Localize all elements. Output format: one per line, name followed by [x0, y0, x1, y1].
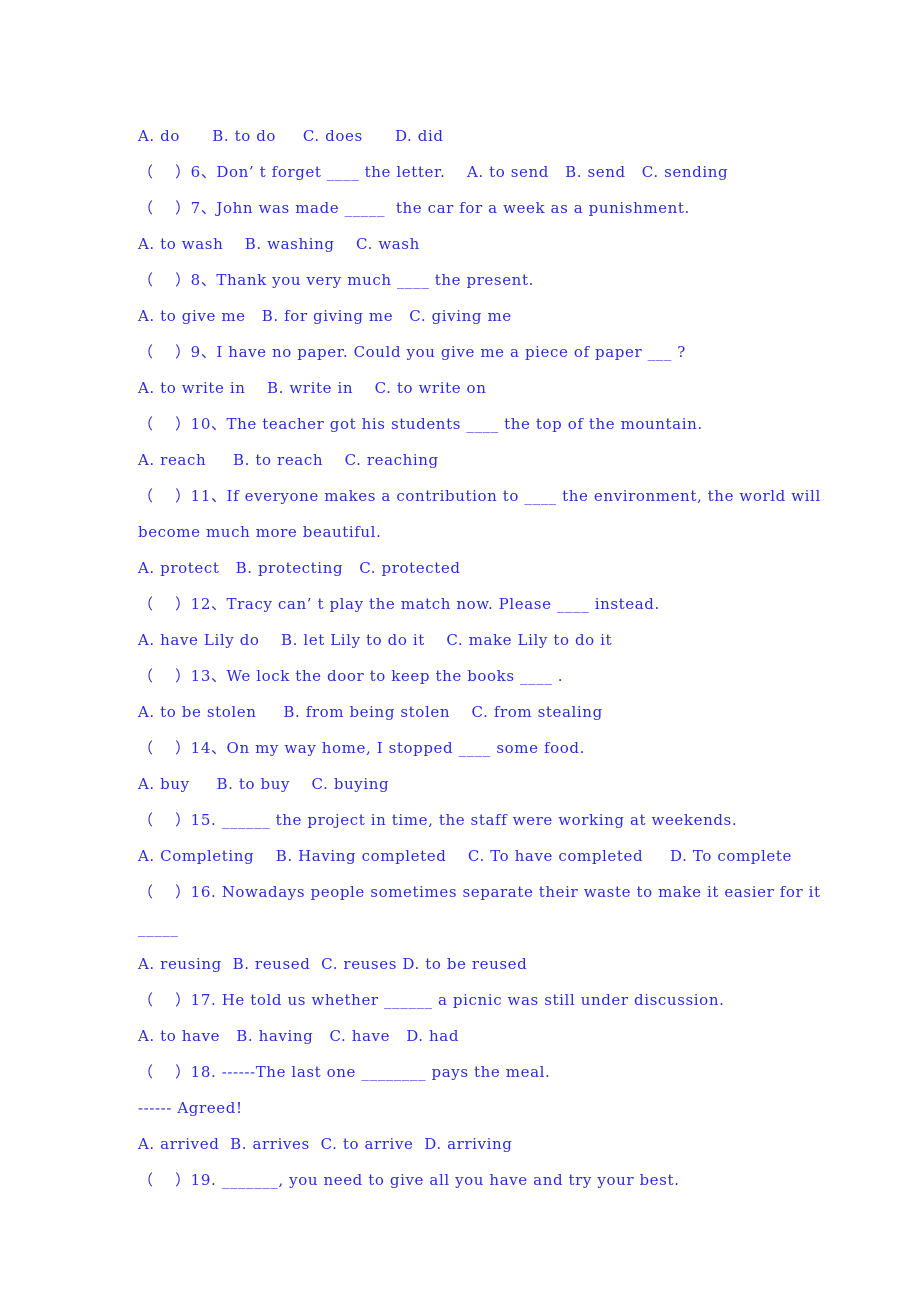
document-page: A. do B. to do C. does D. did （ ）6、Don’ t…	[0, 0, 920, 1302]
text-line-opts-12: A. have Lily do B. let Lily to do it C. …	[138, 631, 613, 649]
text-line-q-6: （ ）6、Don’ t forget ____ the letter. A. t…	[138, 163, 729, 181]
text-line-opts-9: A. to write in B. write in C. to write o…	[138, 379, 487, 397]
text-line-opts-15: A. Completing B. Having completed C. To …	[138, 847, 792, 865]
text-line-opts-16: A. reusing B. reused C. reuses D. to be …	[138, 955, 528, 973]
text-line-q-15: （ ）15. ______ the project in time, the s…	[138, 811, 738, 829]
text-line-opts-10: A. reach B. to reach C. reaching	[138, 451, 439, 469]
text-line-opts-11: A. protect B. protecting C. protected	[138, 559, 461, 577]
document-body: A. do B. to do C. does D. did （ ）6、Don’ t…	[138, 118, 838, 1198]
text-line-q-8: （ ）8、Thank you very much ____ the presen…	[138, 271, 534, 289]
text-line-q-18: （ ）18. ------The last one ________ pays …	[138, 1063, 551, 1081]
text-line-q-16-blank: _____	[138, 919, 179, 937]
text-line-q-17: （ ）17. He told us whether ______ a picni…	[138, 991, 725, 1009]
text-line-opts-5: A. do B. to do C. does D. did	[138, 127, 444, 145]
text-line-q-7: （ ）7、John was made _____ the car for a w…	[138, 199, 690, 217]
text-line-q-10: （ ）10、The teacher got his students ____ …	[138, 415, 703, 433]
text-line-opts-17: A. to have B. having C. have D. had	[138, 1027, 460, 1045]
text-line-q-18-reply: ------ Agreed!	[138, 1099, 243, 1117]
text-line-q-16: （ ）16. Nowadays people sometimes separat…	[138, 883, 821, 901]
text-line-opts-14: A. buy B. to buy C. buying	[138, 775, 390, 793]
text-line-opts-7: A. to wash B. washing C. wash	[138, 235, 420, 253]
text-line-opts-13: A. to be stolen B. from being stolen C. …	[138, 703, 603, 721]
text-line-q-12: （ ）12、Tracy can’ t play the match now. P…	[138, 595, 660, 613]
text-line-q-11: （ ）11、If everyone makes a contribution t…	[138, 487, 827, 541]
text-line-q-14: （ ）14、On my way home, I stopped ____ som…	[138, 739, 585, 757]
text-line-q-9: （ ）9、I have no paper. Could you give me …	[138, 343, 686, 361]
text-line-q-19: （ ）19. _______, you need to give all you…	[138, 1171, 680, 1189]
text-line-opts-8: A. to give me B. for giving me C. giving…	[138, 307, 512, 325]
text-line-q-13: （ ）13、We lock the door to keep the books…	[138, 667, 564, 685]
text-line-opts-18: A. arrived B. arrives C. to arrive D. ar…	[138, 1135, 513, 1153]
